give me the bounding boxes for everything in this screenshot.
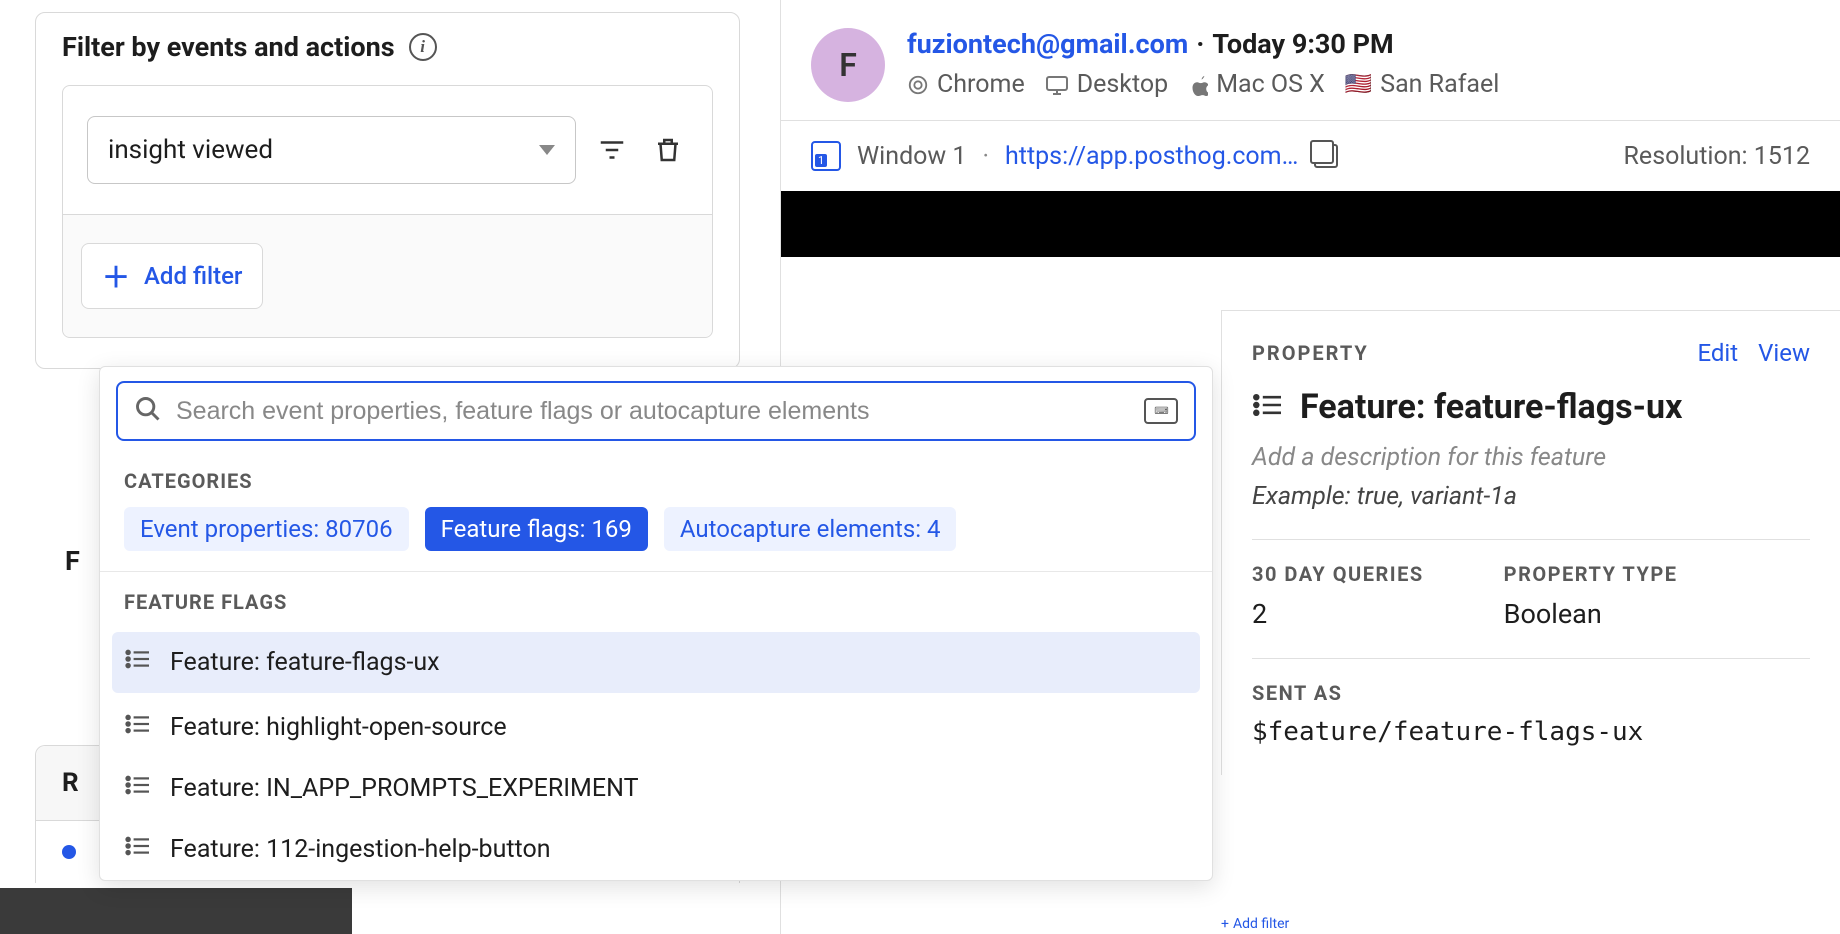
- property-header-label: PROPERTY: [1252, 341, 1677, 365]
- window-bar: 1 Window 1 · https://app.posthog.com… Re…: [781, 120, 1840, 191]
- window-label: Window 1: [857, 142, 966, 171]
- apple-icon: [1188, 74, 1208, 96]
- property-view-link[interactable]: View: [1758, 339, 1810, 367]
- plus-icon: +: [1221, 916, 1229, 932]
- window-url[interactable]: https://app.posthog.com…: [1005, 142, 1298, 171]
- stat-type: PROPERTY TYPE Boolean: [1504, 562, 1678, 630]
- info-icon[interactable]: i: [409, 33, 437, 61]
- list-icon: [124, 835, 152, 864]
- session-player[interactable]: [781, 191, 1840, 257]
- browser-meta: Chrome: [907, 70, 1025, 99]
- device-meta: Desktop: [1045, 70, 1168, 99]
- property-edit-link[interactable]: Edit: [1697, 339, 1738, 367]
- flag-icon: 🇺🇸: [1345, 72, 1372, 97]
- property-title-text: Feature: feature-flags-ux: [1300, 387, 1682, 427]
- list-item[interactable]: Feature: highlight-open-source: [100, 697, 1212, 758]
- sent-as-label: SENT AS: [1252, 681, 1810, 705]
- chip-feature-flags[interactable]: Feature flags: 169: [425, 507, 648, 551]
- property-description[interactable]: Add a description for this feature: [1252, 443, 1810, 472]
- chip-event-properties[interactable]: Event properties: 80706: [124, 507, 409, 551]
- stat-label: 30 DAY QUERIES: [1252, 562, 1424, 586]
- plus-icon: ＋: [102, 256, 130, 296]
- list-item-label: Feature: 112-ingestion-help-button: [170, 835, 551, 864]
- property-search-dropdown: ⌨ Categories Event properties: 80706 Fea…: [99, 366, 1213, 881]
- copy-icon[interactable]: [1314, 144, 1338, 168]
- list-icon: [124, 713, 152, 742]
- session-header: F fuziontech@gmail.com · Today 9:30 PM C…: [781, 0, 1840, 120]
- keyboard-icon[interactable]: ⌨: [1144, 398, 1178, 424]
- list-item[interactable]: Feature: feature-flags-ux: [112, 632, 1200, 693]
- sent-as-value: $feature/feature-flags-ux: [1252, 717, 1810, 747]
- list-item-label: Feature: IN_APP_PROMPTS_EXPERIMENT: [170, 774, 639, 803]
- feature-flags-label: Feature Flags: [100, 572, 1212, 628]
- stat-label: PROPERTY TYPE: [1504, 562, 1678, 586]
- list-item[interactable]: Feature: IN_APP_PROMPTS_EXPERIMENT: [100, 758, 1212, 819]
- search-input[interactable]: [176, 397, 1130, 426]
- dark-bottom-bar: [0, 888, 352, 934]
- category-chips: Event properties: 80706 Feature flags: 1…: [100, 507, 1212, 572]
- search-icon: [134, 395, 162, 427]
- event-select[interactable]: insight viewed: [87, 116, 576, 184]
- add-filter-label: Add filter: [144, 262, 242, 290]
- filter-panel: Filter by events and actions i insight v…: [35, 12, 740, 369]
- event-select-value: insight viewed: [108, 135, 273, 165]
- stat-value: 2: [1252, 598, 1424, 630]
- list-item[interactable]: Feature: 112-ingestion-help-button: [100, 819, 1212, 880]
- trash-icon-button[interactable]: [648, 130, 688, 170]
- chevron-down-icon: [539, 145, 555, 155]
- property-title: Feature: feature-flags-ux: [1252, 387, 1810, 427]
- add-filter-small[interactable]: + Add filter: [1221, 916, 1289, 932]
- filter-header: Filter by events and actions i: [62, 31, 713, 63]
- avatar[interactable]: F: [811, 28, 885, 102]
- search-box[interactable]: ⌨: [116, 381, 1196, 441]
- location-meta: 🇺🇸 San Rafael: [1345, 70, 1500, 99]
- property-panel: PROPERTY Edit View Feature: feature-flag…: [1221, 310, 1840, 775]
- stat-value: Boolean: [1504, 598, 1678, 630]
- filter-icon-button[interactable]: [592, 130, 632, 170]
- filter-title: Filter by events and actions: [62, 31, 395, 63]
- os-meta: Mac OS X: [1188, 70, 1325, 99]
- list-icon: [124, 648, 152, 677]
- list-icon: [124, 774, 152, 803]
- add-filter-section: ＋ Add filter: [63, 214, 712, 337]
- filter-row: insight viewed: [63, 86, 712, 214]
- chip-autocapture-elements[interactable]: Autocapture elements: 4: [664, 507, 957, 551]
- divider: [1252, 539, 1810, 540]
- feature-flag-list: Feature: feature-flags-ux Feature: highl…: [100, 632, 1212, 880]
- list-icon: [1252, 387, 1284, 427]
- list-item-label: Feature: feature-flags-ux: [170, 648, 440, 677]
- browser-icon: [907, 74, 929, 96]
- property-stats: 30 DAY QUERIES 2 PROPERTY TYPE Boolean: [1252, 562, 1810, 630]
- resolution-label: Resolution: 1512: [1624, 142, 1810, 171]
- add-filter-button[interactable]: ＋ Add filter: [81, 243, 263, 309]
- session-info: fuziontech@gmail.com · Today 9:30 PM Chr…: [907, 28, 1810, 99]
- session-time: Today 9:30 PM: [1212, 28, 1393, 60]
- session-meta: Chrome Desktop Mac OS X 🇺🇸 San Rafael: [907, 70, 1810, 99]
- divider: [1252, 658, 1810, 659]
- desktop-icon: [1045, 74, 1069, 96]
- property-example: Example: true, variant-1a: [1252, 482, 1810, 511]
- dot-separator: ·: [1196, 28, 1204, 60]
- status-dot: [62, 845, 76, 859]
- dot-separator: ·: [982, 142, 989, 171]
- filter-box: insight viewed ＋ Add filter: [62, 85, 713, 338]
- window-icon: 1: [811, 141, 841, 171]
- session-title: fuziontech@gmail.com · Today 9:30 PM: [907, 28, 1810, 60]
- property-header: PROPERTY Edit View: [1252, 339, 1810, 367]
- stat-queries: 30 DAY QUERIES 2: [1252, 562, 1424, 630]
- categories-label: Categories: [100, 451, 1212, 507]
- sent-as-section: SENT AS $feature/feature-flags-ux: [1252, 681, 1810, 747]
- user-email[interactable]: fuziontech@gmail.com: [907, 28, 1188, 60]
- partial-label-f: F: [65, 545, 80, 577]
- list-item-label: Feature: highlight-open-source: [170, 713, 507, 742]
